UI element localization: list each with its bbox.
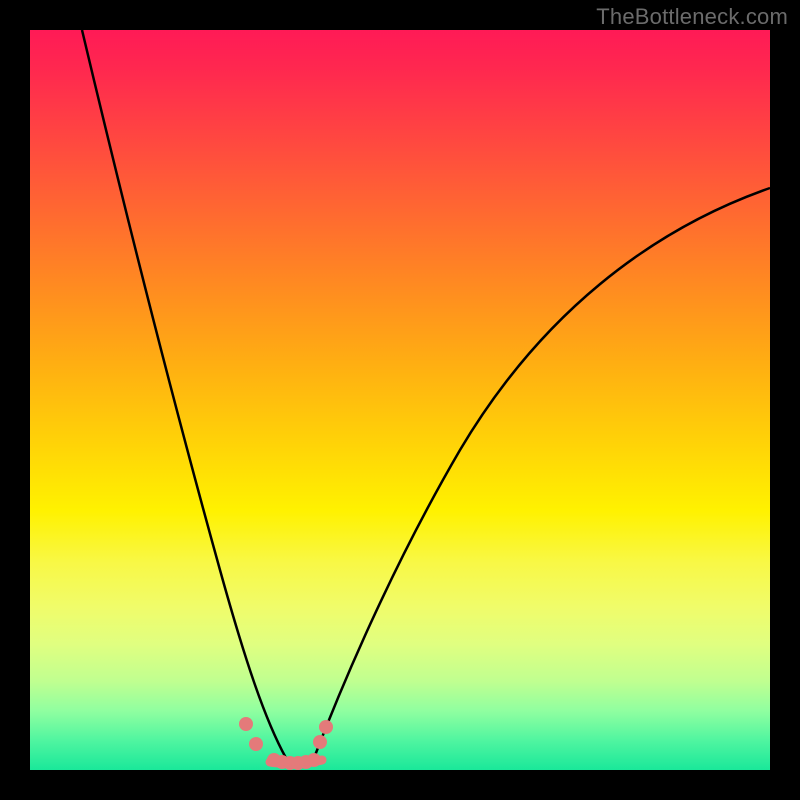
right-curve [314,188,770,758]
chart-frame: TheBottleneck.com [0,0,800,800]
left-curve [82,30,286,758]
valley-markers [239,717,333,770]
curve-layer [30,30,770,770]
watermark-text: TheBottleneck.com [596,4,788,30]
plot-area [30,30,770,770]
